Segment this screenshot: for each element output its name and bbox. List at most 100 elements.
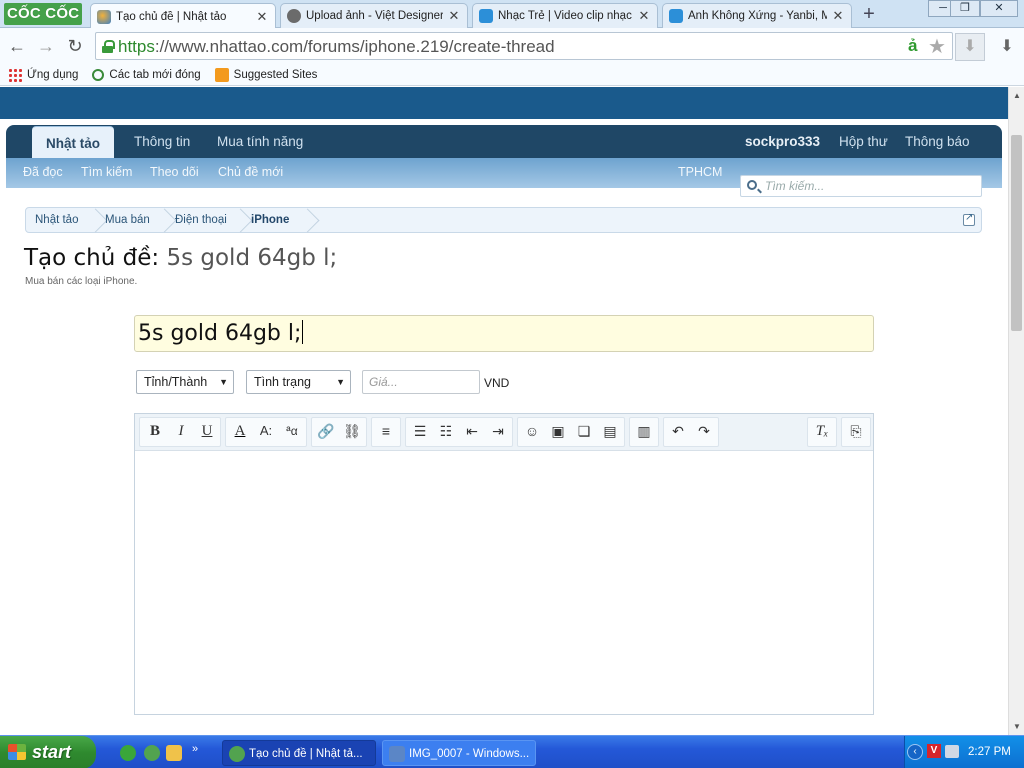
taskbar-item-browser[interactable]: Tạo chủ đề | Nhật tả... [222,740,376,766]
back-button[interactable]: ← [5,34,29,58]
new-tab-button[interactable]: + [858,4,880,26]
nav-tab-buy-features[interactable]: Mua tính năng [217,125,303,158]
link-icon[interactable]: 🔗 [316,421,336,441]
close-window-button[interactable]: ✕ [980,0,1018,17]
insert-more-icon[interactable]: ▤ [600,421,620,441]
page-scrollbar[interactable]: ▲ ▼ [1008,87,1024,735]
nhaccuatui-favicon-icon [669,9,683,23]
start-button[interactable]: start [0,736,96,768]
province-select[interactable]: Tỉnh/Thành ▼ [136,370,234,394]
coccoc-logo[interactable]: CỐC CỐC [0,0,88,28]
nav-tab-home[interactable]: Nhật tảo [32,126,114,158]
unikey-icon[interactable]: V [927,744,941,758]
text-color-icon[interactable]: A [230,421,250,441]
italic-icon[interactable]: I [171,421,191,441]
bookmarks-bar: Ứng dụng Các tab mới đóng Suggested Site… [0,64,1024,86]
price-input[interactable]: Giá... [362,370,480,394]
scroll-up-icon[interactable]: ▲ [1013,91,1021,100]
bullet-list-icon[interactable]: ☰ [410,421,430,441]
page-title: Tạo chủ đề: 5s gold 64gb l; [24,245,337,271]
jump-to-icon[interactable] [963,212,975,226]
site-search[interactable] [740,175,982,197]
dropdown-arrow-icon: ▼ [336,377,345,387]
nhattao-favicon-icon [97,9,111,24]
subnav-new-threads[interactable]: Chủ đề mới [218,165,283,179]
close-tab-icon[interactable]: ✕ [255,9,269,25]
bold-icon[interactable]: B [145,421,165,441]
breadcrumb-iphone[interactable]: iPhone [251,208,289,232]
subnav-search[interactable]: Tìm kiếm [81,165,132,179]
url-path: ://www.nhattao.com/forums/iphone.219/cre… [154,37,555,56]
taskbar-clock[interactable]: 2:27 PM [968,746,1011,758]
site-navbar: Nhật tảo Thông tin Mua tính năng sockpro… [6,125,1002,158]
taskbar-item-photo-viewer[interactable]: IMG_0007 - Windows... [382,740,536,766]
media-icon[interactable]: ❏ [574,421,594,441]
address-bar[interactable]: https://www.nhattao.com/forums/iphone.21… [95,32,953,60]
network-icon[interactable] [945,745,959,758]
font-family-icon[interactable]: ªα [282,421,302,441]
align-left-icon[interactable]: ≡ [376,421,396,441]
reload-button[interactable]: ↻ [63,34,87,58]
search-input[interactable] [765,178,965,194]
nhaccuatui-favicon-icon [479,9,493,23]
restore-button[interactable]: ❐ [950,0,980,17]
breadcrumb-marketplace[interactable]: Mua bán [105,208,150,232]
tab-nhattao[interactable]: Tạo chủ đề | Nhật tảo ✕ [90,3,276,29]
url-protocol: https [118,37,155,56]
inbox-link[interactable]: Hộp thư [839,125,888,158]
close-tab-icon[interactable]: ✕ [447,8,461,24]
bookmark-star-icon[interactable]: ★ [928,34,946,59]
outdent-icon[interactable]: ⇤ [462,421,482,441]
numbered-list-icon[interactable]: ☷ [436,421,456,441]
editor-text-area[interactable] [135,451,873,714]
close-tab-icon[interactable]: ✕ [831,8,845,24]
remove-format-icon[interactable]: Tₓ [812,421,832,441]
quicklaunch-coccoc-icon[interactable] [144,745,160,761]
close-tab-icon[interactable]: ✕ [637,8,651,24]
redo-icon[interactable]: ↷ [694,421,714,441]
page-description: Mua bán các loại iPhone. [25,276,138,287]
tab-title: Nhạc Trẻ | Video clip nhạc trẻ [498,10,633,22]
scroll-down-icon[interactable]: ▼ [1013,722,1021,731]
unlink-icon[interactable]: ⛓ [342,421,362,441]
toggle-bbcode-icon[interactable]: ⎘ [846,421,866,441]
location-link[interactable]: TPHCM [678,165,722,179]
bookmark-recent-tabs[interactable]: Các tab mới đóng [92,68,201,81]
browser-tabstrip: CỐC CỐC Tạo chủ đề | Nhật tảo ✕ Upload ả… [0,0,1024,29]
quicklaunch-torrent-icon[interactable] [120,745,136,761]
alerts-link[interactable]: Thông báo [905,125,970,158]
font-size-icon[interactable]: A: [256,421,276,441]
undo-icon[interactable]: ↶ [668,421,688,441]
breadcrumb-home[interactable]: Nhật tảo [35,208,78,232]
tab-anh-khong-xung[interactable]: Anh Không Xứng - Yanbi, Mr ✕ [662,3,852,28]
breadcrumb-separator [238,208,250,232]
save-draft-icon[interactable]: ▥ [634,421,654,441]
smilie-icon[interactable]: ☺ [522,421,542,441]
thread-title-input[interactable]: 5s gold 64gb l; [134,315,874,352]
indent-icon[interactable]: ⇥ [488,421,508,441]
username-link[interactable]: sockpro333 [745,125,820,158]
tab-viet-designer[interactable]: Upload ảnh - Việt Designer ✕ [280,3,468,28]
quicklaunch-paint-icon[interactable] [166,745,182,761]
underline-icon[interactable]: U [197,421,217,441]
nav-tab-info[interactable]: Thông tin [134,125,190,158]
subnav-watched[interactable]: Theo dõi [150,165,199,179]
tab-title: Tạo chủ đề | Nhật tảo [116,10,227,23]
condition-select[interactable]: Tình trạng ▼ [246,370,351,394]
quicklaunch-more-icon[interactable]: » [192,743,198,755]
url-text[interactable]: https://www.nhattao.com/forums/iphone.21… [118,37,555,57]
bookmark-suggested-sites[interactable]: Suggested Sites [214,67,317,82]
image-icon[interactable]: ▣ [548,421,568,441]
scrollbar-thumb[interactable] [1011,135,1022,331]
breadcrumb-phones[interactable]: Điện thoại [175,208,227,232]
browser-toolbar: ← → ↻ https://www.nhattao.com/forums/iph… [0,28,1024,64]
forward-button[interactable]: → [34,34,58,58]
tab-nhac-tre[interactable]: Nhạc Trẻ | Video clip nhạc trẻ ✕ [472,3,658,28]
translate-icon[interactable]: ả [908,36,917,56]
downloads-icon[interactable]: ⬇ [996,36,1018,58]
savior-download-icon[interactable]: ⬇ [955,33,985,61]
tray-expand-icon[interactable]: ‹ [907,744,923,760]
subnav-mark-read[interactable]: Đã đọc [23,165,63,179]
thread-title-value: 5s gold 64gb l; [138,321,302,346]
bookmark-apps[interactable]: Ứng dụng [8,67,78,82]
